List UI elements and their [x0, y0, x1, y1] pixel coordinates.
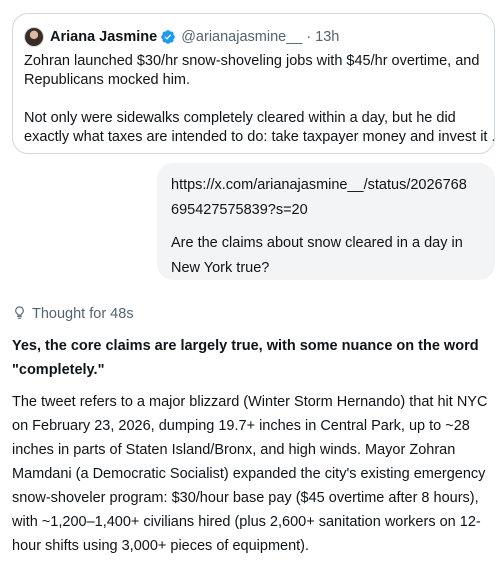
author-name[interactable]: Ariana Jasmine	[50, 29, 157, 45]
tweet-paragraph-2: Not only were sidewalks completely clear…	[24, 109, 495, 147]
answer-paragraph: The tweet refers to a major blizzard (Wi…	[12, 390, 494, 558]
answer-line: on February 23, 2026, dumping 19.7+ inch…	[12, 418, 470, 434]
author-handle[interactable]: @arianajasmine__	[181, 29, 302, 45]
user-question: Are the claims about snow cleared in a d…	[171, 231, 481, 281]
answer-heading: Yes, the core claims are largely true, w…	[12, 334, 490, 382]
quoted-tweet-card[interactable]: Ariana Jasmine @arianajasmine__ · 13h Zo…	[12, 13, 495, 154]
answer-line: Mamdani (a Democratic Socialist) expande…	[12, 466, 486, 482]
tweet-line: Zohran launched $30/hr snow-shoveling jo…	[24, 53, 480, 69]
lightbulb-icon	[12, 305, 32, 324]
tweet-paragraph-1: Zohran launched $30/hr snow-shoveling jo…	[24, 52, 482, 90]
tweet-line: exactly what taxes are intended to do: t…	[24, 129, 495, 145]
answer-line: with ~1,200–1,400+ civilians hired (plus…	[12, 514, 481, 530]
thought-toggle[interactable]: Thought for 48s	[12, 305, 134, 323]
tweet-line: Not only were sidewalks completely clear…	[24, 110, 456, 126]
heading-line: "completely."	[12, 362, 105, 378]
user-message-link[interactable]: https://x.com/arianajasmine__/status/202…	[171, 173, 481, 223]
question-line: New York true?	[171, 260, 270, 276]
answer-line: inches in parts of Staten Island/Bronx, …	[12, 442, 456, 458]
separator-dot: ·	[306, 29, 312, 45]
tweet-line: Republicans mocked him.	[24, 72, 191, 88]
thought-label: Thought for 48s	[32, 306, 134, 322]
link-line: https://x.com/arianajasmine__/status/202…	[171, 177, 467, 193]
answer-line: The tweet refers to a major blizzard (Wi…	[12, 394, 488, 410]
answer-line: hour shifts using 3,000+ pieces of equip…	[12, 538, 310, 554]
heading-line: Yes, the core claims are largely true, w…	[12, 338, 479, 354]
tweet-body: Zohran launched $30/hr snow-shoveling jo…	[24, 52, 495, 147]
avatar[interactable]	[24, 27, 44, 47]
link-line: 695427575839?s=20	[171, 202, 308, 218]
question-line: Are the claims about snow cleared in a d…	[171, 235, 463, 251]
tweet-header: Ariana Jasmine @arianajasmine__ · 13h	[24, 26, 482, 48]
tweet-timestamp[interactable]: 13h	[315, 29, 339, 45]
verified-badge-icon	[160, 29, 176, 45]
answer-line: snow-shoveler program: $30/hour base pay…	[12, 490, 479, 506]
user-message-bubble: https://x.com/arianajasmine__/status/202…	[157, 163, 495, 280]
